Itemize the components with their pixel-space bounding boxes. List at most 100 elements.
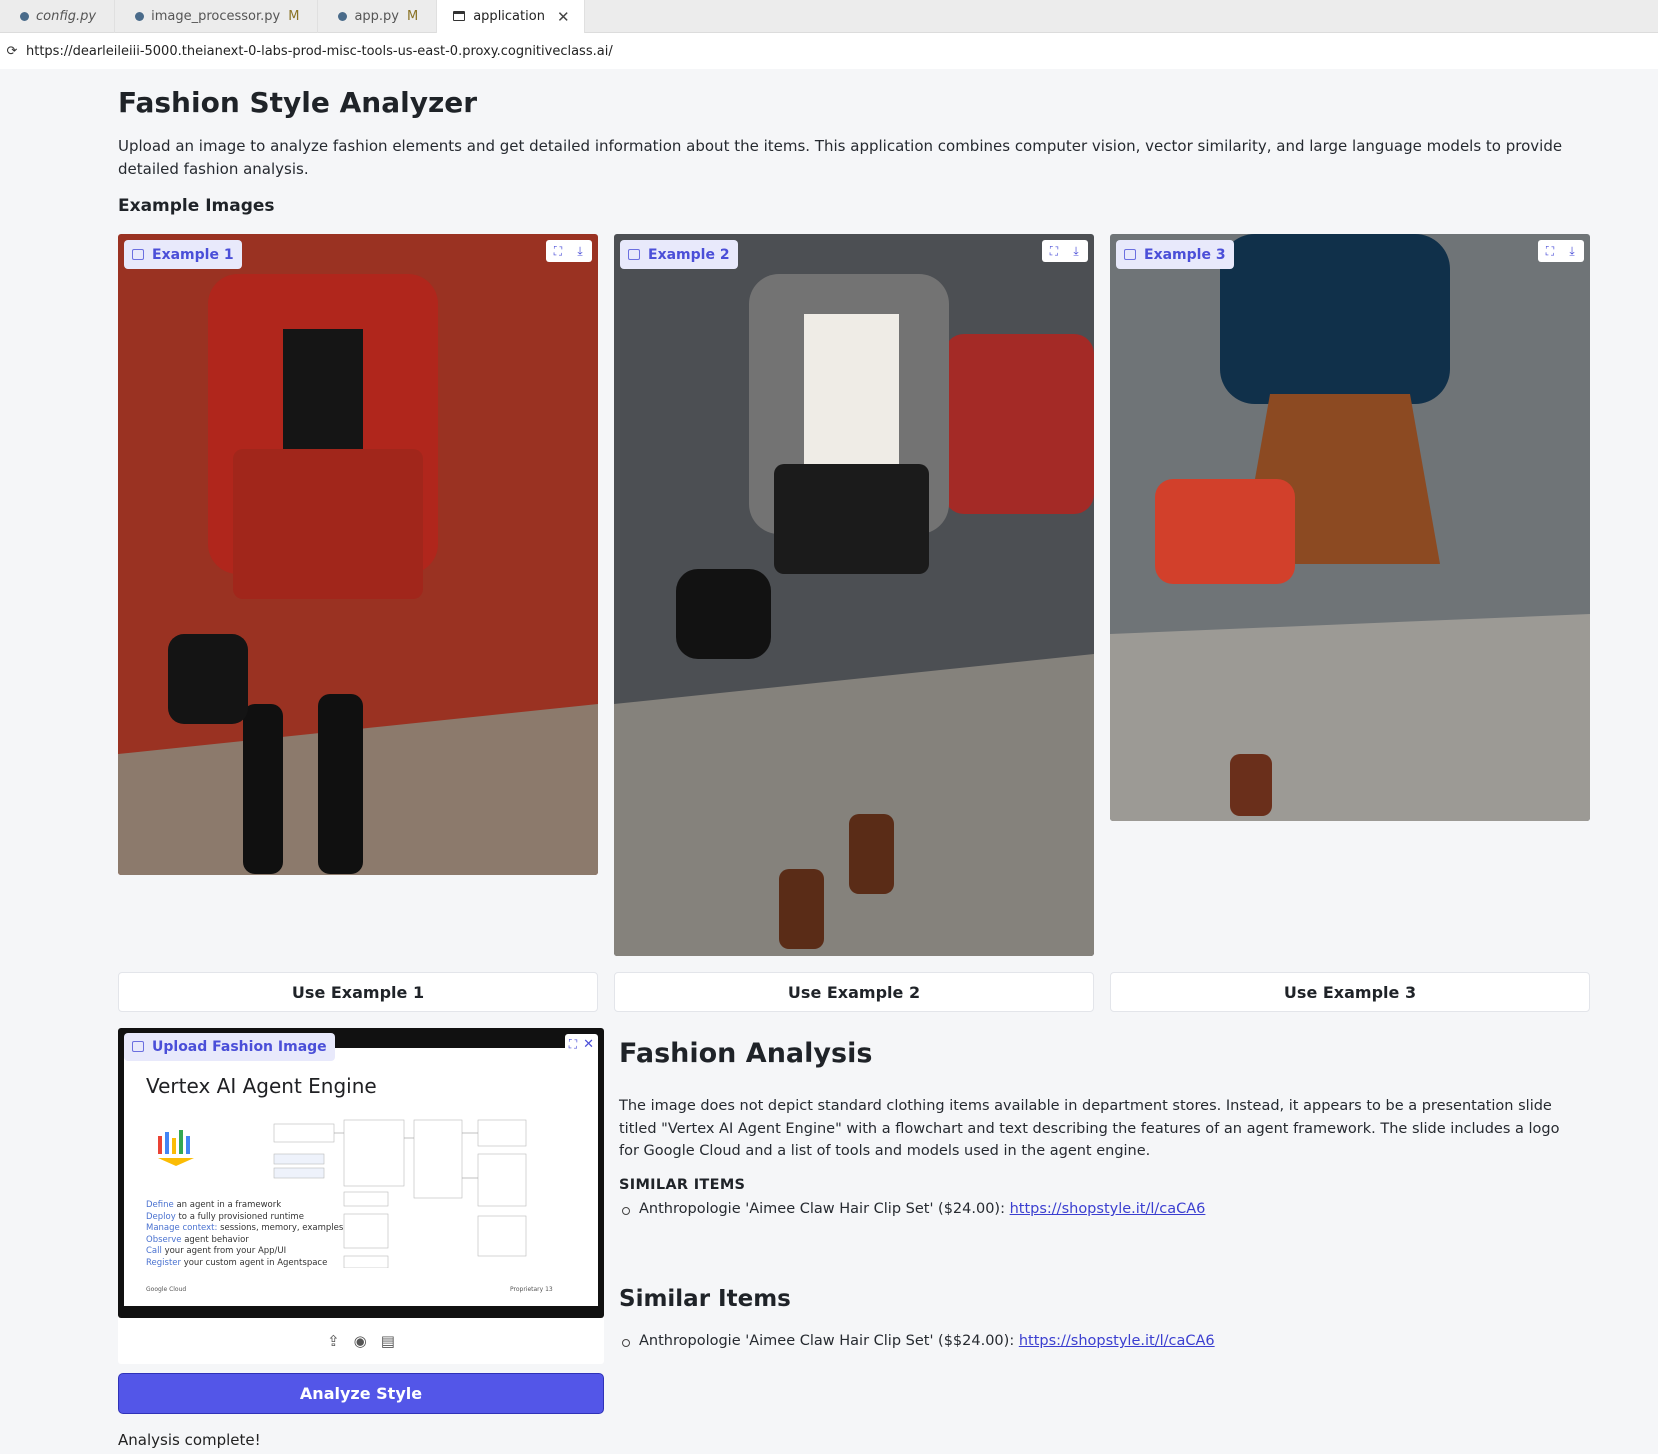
similar-item: Anthropologie 'Aimee Claw Hair Clip Set'… [621, 1201, 1206, 1217]
navy-top [1220, 234, 1450, 404]
example-badge: Example 3 [1116, 240, 1234, 269]
page-title: Fashion Style Analyzer [118, 86, 478, 119]
example-image-1[interactable]: Example 1 ⛶ ⤓ [118, 234, 598, 875]
black-bag [676, 569, 771, 659]
browser-window-icon [453, 11, 466, 21]
slide-footer-right: Proprietary 13 [510, 1286, 553, 1293]
similar-item-link[interactable]: https://shopstyle.it/l/caCA6 [1010, 1201, 1206, 1217]
url-text[interactable]: https://dearleileiii-5000.theianext-0-la… [26, 44, 613, 59]
black-shorts [774, 464, 929, 574]
close-icon[interactable]: ✕ [557, 8, 570, 26]
image-icon [132, 249, 144, 260]
use-example-1-button[interactable]: Use Example 1 [118, 972, 598, 1012]
slide-line: Deploy to a fully provisioned runtime [146, 1211, 304, 1222]
fullscreen-icon[interactable]: ⛶ [550, 243, 566, 259]
upload-source-bar: ⇪ ◉ ▤ [118, 1318, 604, 1364]
right-bootie [849, 814, 894, 894]
python-file-icon [20, 12, 29, 21]
upload-badge: Upload Fashion Image [124, 1033, 335, 1061]
slide-logo [158, 1130, 194, 1166]
download-icon[interactable]: ⤓ [572, 243, 588, 259]
fullscreen-icon[interactable]: ⛶ [569, 1037, 577, 1052]
slide-line: Observe agent behavior [146, 1234, 249, 1245]
black-top [283, 329, 363, 449]
image-icon [132, 1041, 144, 1052]
example-image-2[interactable]: Example 2 ⛶ ⤓ [614, 234, 1094, 956]
python-file-icon [135, 12, 145, 21]
reload-icon[interactable]: ⟳ [0, 44, 24, 59]
red-tote [1155, 479, 1295, 584]
left-bootie [779, 869, 824, 949]
tab-label: application [473, 9, 545, 24]
left-boot [243, 704, 283, 874]
tab-config-py[interactable]: config.py [0, 0, 116, 33]
tab-label: config.py [36, 9, 97, 24]
analyze-style-button[interactable]: Analyze Style [118, 1373, 604, 1414]
clear-icon[interactable]: ✕ [583, 1037, 594, 1052]
slide-line: Manage context: sessions, memory, exampl… [146, 1223, 344, 1233]
status-text: Analysis complete! [118, 1431, 261, 1449]
example-badge: Example 1 [124, 240, 242, 269]
black-handbag [168, 634, 248, 724]
example-image-3[interactable]: Example 3 ⛶ ⤓ [1110, 234, 1590, 821]
example-1-photo [118, 234, 598, 875]
image-toolbar: ⛶ ⤓ [1538, 240, 1584, 262]
page-description: Upload an image to analyze fashion eleme… [118, 137, 1563, 178]
download-icon[interactable]: ⤓ [1068, 243, 1084, 259]
slide-line: Define an agent in a framework [146, 1200, 282, 1210]
slide-bullets: Define an agent in a framework Deploy to… [146, 1200, 343, 1269]
modified-indicator: M [288, 9, 300, 24]
example-3-photo [1110, 234, 1590, 821]
uploaded-slide-image: Vertex AI Agent Engine Define an agent i… [124, 1048, 598, 1306]
example-badge-label: Example 2 [648, 246, 730, 263]
upload-badge-label: Upload Fashion Image [152, 1039, 327, 1055]
image-icon [628, 249, 640, 260]
analysis-paragraph: The image does not depict standard cloth… [619, 1098, 1560, 1159]
sidewalk [1110, 614, 1590, 821]
tab-app-py[interactable]: app.py M [318, 0, 438, 33]
modified-indicator: M [407, 9, 419, 24]
image-icon [1124, 249, 1136, 260]
clipboard-icon[interactable]: ▤ [381, 1332, 395, 1350]
tab-application[interactable]: application ✕ [437, 0, 585, 33]
download-icon[interactable]: ⤓ [1564, 243, 1580, 259]
tab-label: app.py [354, 9, 399, 24]
similar-items-heading: Similar Items [619, 1286, 791, 1312]
image-toolbar: ⛶ ⤓ [1042, 240, 1088, 262]
sidewalk [614, 654, 1094, 956]
right-boot [318, 694, 363, 874]
webcam-icon[interactable]: ◉ [354, 1332, 367, 1350]
url-bar: ⟳ https://dearleileiii-5000.theianext-0-… [0, 33, 1658, 69]
fullscreen-icon[interactable]: ⛶ [1542, 243, 1558, 259]
plaid-skirt [233, 449, 423, 599]
similar-item-text: Anthropologie 'Aimee Claw Hair Clip Set'… [639, 1333, 1019, 1349]
slide-title: Vertex AI Agent Engine [146, 1074, 377, 1098]
fullscreen-icon[interactable]: ⛶ [1046, 243, 1062, 259]
slide-line: Call your agent from your App/UI [146, 1246, 287, 1256]
tab-label: image_processor.py [151, 9, 281, 24]
example-2-photo [614, 234, 1094, 956]
uploaded-image-frame: Vertex AI Agent Engine Define an agent i… [118, 1028, 604, 1318]
upload-toolbar: ⛶ ✕ [564, 1034, 598, 1054]
example-badge-label: Example 3 [1144, 246, 1226, 263]
slide-line: Register your custom agent in Agentspace [146, 1257, 328, 1268]
red-car [944, 334, 1094, 514]
python-file-icon [338, 12, 348, 21]
example-badge: Example 2 [620, 240, 738, 269]
analysis-heading: Fashion Analysis [619, 1038, 873, 1069]
use-example-2-button[interactable]: Use Example 2 [614, 972, 1094, 1012]
slide-footer-left: Google Cloud [146, 1286, 187, 1293]
loafer [1230, 754, 1272, 816]
example-badge-label: Example 1 [152, 246, 234, 263]
upload-panel[interactable]: Vertex AI Agent Engine Define an agent i… [118, 1028, 604, 1364]
similar-item-text: Anthropologie 'Aimee Claw Hair Clip Set'… [639, 1201, 1010, 1217]
tab-image-processor-py[interactable]: image_processor.py M [115, 0, 319, 33]
use-example-3-button[interactable]: Use Example 3 [1110, 972, 1590, 1012]
examples-heading: Example Images [118, 196, 275, 216]
image-toolbar: ⛶ ⤓ [546, 240, 592, 262]
similar-item-link[interactable]: https://shopstyle.it/l/caCA6 [1019, 1333, 1215, 1349]
editor-tab-bar: config.py image_processor.py M app.py M … [0, 0, 1658, 33]
upload-icon[interactable]: ⇪ [327, 1332, 340, 1350]
similar-item: Anthropologie 'Aimee Claw Hair Clip Set'… [622, 1333, 1215, 1349]
white-tee [804, 314, 899, 479]
